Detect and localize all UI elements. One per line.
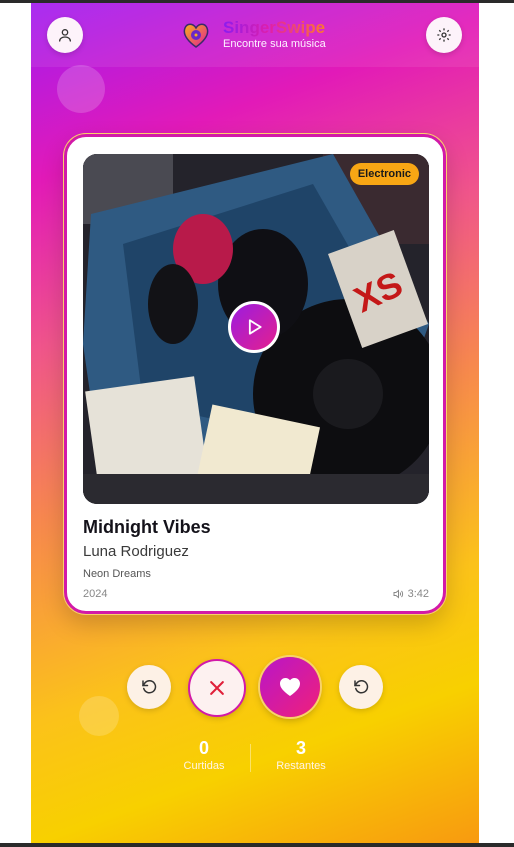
settings-button[interactable] <box>426 17 462 53</box>
heart-icon <box>280 678 300 696</box>
app-title: SingerSwipe <box>223 18 326 37</box>
album-artwork: XS Electronic <box>83 154 429 504</box>
swipe-controls <box>31 656 479 718</box>
app-subtitle: Encontre sua música <box>223 38 326 50</box>
artist-name: Luna Rodriguez <box>83 543 189 560</box>
play-button[interactable] <box>228 301 280 353</box>
song-duration: 3:42 <box>392 588 429 600</box>
remaining-stat: 3 Restantes <box>271 738 331 774</box>
like-button[interactable] <box>260 657 320 717</box>
play-icon <box>248 319 262 335</box>
genre-badge: Electronic <box>349 163 419 185</box>
undo-icon <box>354 680 369 694</box>
undo-button[interactable] <box>127 665 171 709</box>
decorative-bubble <box>57 65 105 113</box>
volume-icon <box>393 589 403 599</box>
liked-count: 0 <box>198 738 209 758</box>
profile-button[interactable] <box>47 17 83 53</box>
release-year: 2024 <box>83 588 108 600</box>
song-title: Midnight Vibes <box>83 517 211 537</box>
liked-label: Curtidas <box>183 760 225 772</box>
close-icon <box>210 681 224 695</box>
remaining-count: 3 <box>295 738 306 758</box>
app-screen: SingerSwipe Encontre sua música XS Elect… <box>31 3 479 843</box>
remaining-label: Restantes <box>276 760 326 772</box>
undo-icon <box>142 680 157 694</box>
album-name: Neon Dreams <box>83 568 151 580</box>
user-icon <box>59 29 71 42</box>
duration-text: 3:42 <box>407 588 429 600</box>
song-card[interactable]: XS Electronic Midnight Vibes Luna Rodrig… <box>64 134 446 614</box>
logo-heart-icon <box>183 23 209 48</box>
browser-bottom-edge <box>0 843 514 847</box>
liked-stat: 0 Curtidas <box>174 738 234 774</box>
brand: SingerSwipe Encontre sua música <box>181 19 326 51</box>
gear-icon <box>437 28 451 42</box>
redo-button[interactable] <box>339 665 383 709</box>
dislike-button[interactable] <box>188 659 246 717</box>
app-header: SingerSwipe Encontre sua música <box>31 3 479 67</box>
stats-divider <box>250 744 251 772</box>
